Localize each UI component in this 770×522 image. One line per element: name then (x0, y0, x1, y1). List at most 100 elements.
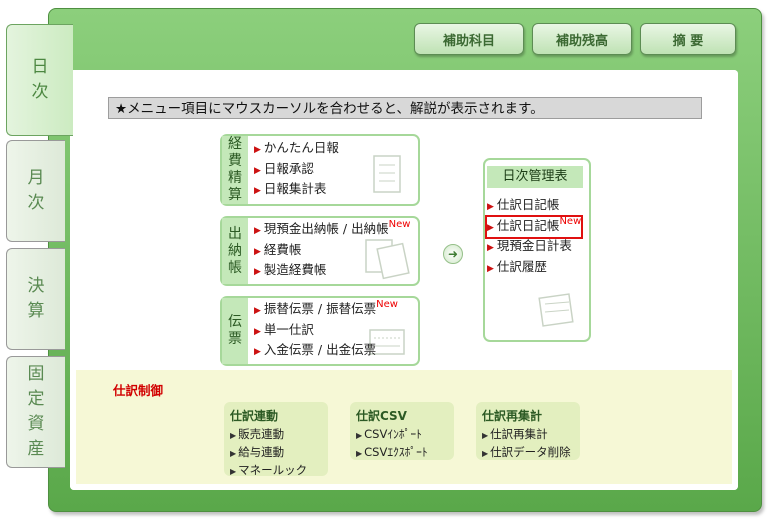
menu-item-transfer-voucher[interactable]: ▶ 振替伝票 / 振替伝票New (254, 299, 398, 321)
menu-item-label: 日報承認 (263, 160, 314, 176)
group-title: 仕訳CSV (356, 409, 407, 423)
menu-item-journal-book[interactable]: ▶ 仕訳日記帳 (487, 196, 581, 217)
menu-item-csv-export[interactable]: ▶ CSVｴｸｽﾎﾟｰﾄ (356, 444, 454, 462)
new-badge: New (559, 215, 582, 227)
bullet-arrow-icon: ▶ (254, 267, 261, 278)
bullet-arrow-icon: ▶ (254, 145, 261, 156)
group-journal-link: 仕訳連動 ▶ 販売連動 ▶ 給与連動 ▶ マネールック (224, 402, 328, 477)
menu-item-journal-history[interactable]: ▶ 仕訳履歴 (487, 258, 581, 279)
label-char: 出 (228, 225, 242, 242)
menu-item-sales-link[interactable]: ▶ 販売連動 (230, 426, 328, 444)
menu-item-manufacturing-expense-book[interactable]: ▶ 製造経費帳 (254, 261, 410, 282)
menu-item-daily-report-summary[interactable]: ▶ 日報集計表 (254, 180, 339, 201)
menu-item-cash-book[interactable]: ▶ 現預金出納帳 / 出納帳New (254, 219, 411, 241)
arrow-right-icon: ➜ (443, 244, 463, 264)
tab-closing-char: 算 (27, 301, 45, 321)
tab-fixed-assets-char: 産 (27, 439, 45, 459)
menu-item-label: 経費帳 (263, 241, 302, 257)
group-journal-csv: 仕訳CSV ▶ CSVｲﾝﾎﾟｰﾄ ▶ CSVｴｸｽﾎﾟｰﾄ (350, 402, 454, 460)
label-char: 算 (228, 187, 242, 203)
bullet-arrow-icon: ▶ (254, 326, 261, 337)
tab-fixed-assets-char: 固 (27, 364, 45, 384)
tab-daily[interactable]: 日 次 (6, 24, 73, 136)
menu-item-cash-daily-total[interactable]: ▶ 現預金日計表 (487, 237, 581, 258)
aux-accounts-button[interactable]: 補助科目 (414, 23, 524, 55)
tab-monthly-char: 次 (27, 193, 45, 213)
bullet-arrow-icon: ▶ (230, 467, 237, 476)
label-char: 費 (228, 153, 242, 169)
menu-item-journal-data-delete[interactable]: ▶ 仕訳データ削除 (482, 444, 580, 462)
card-expense: 経 費 精 算 ▶ かんたん日報 ▶ 日報承認 ▶ 日報集計表 (220, 134, 420, 206)
menu-item-label: CSVｴｸｽﾎﾟｰﾄ (364, 445, 428, 459)
label-char: 経 (228, 136, 242, 152)
menu-item-journal-recalc[interactable]: ▶ 仕訳再集計 (482, 426, 580, 444)
group-journal-recalc: 仕訳再集計 ▶ 仕訳再集計 ▶ 仕訳データ削除 (476, 402, 580, 460)
bullet-arrow-icon: ▶ (482, 449, 489, 458)
menu-item-label: かんたん日報 (263, 140, 339, 156)
menu-item-moneylook[interactable]: ▶ マネールック (230, 462, 328, 480)
bullet-arrow-icon: ▶ (230, 449, 237, 458)
menu-item-label: マネールック (238, 463, 308, 477)
bullet-arrow-icon: ▶ (254, 306, 261, 317)
card-voucher-label: 伝 票 (222, 298, 248, 364)
label-char: 票 (228, 331, 242, 347)
summary-button[interactable]: 摘 要 (640, 23, 736, 55)
tab-daily-char: 次 (31, 82, 49, 102)
card-cashbook-label: 出 納 帳 (222, 218, 248, 284)
menu-item-label: 振替伝票 / 振替伝票 (263, 301, 377, 317)
group-title: 仕訳再集計 (482, 409, 543, 423)
tab-closing-char: 決 (27, 276, 45, 296)
new-badge: New (376, 299, 398, 311)
tab-fixed-assets-char: 資 (27, 414, 45, 434)
bullet-arrow-icon: ▶ (254, 246, 261, 257)
menu-item-label: 現預金日計表 (496, 238, 572, 253)
tab-monthly[interactable]: 月 次 (6, 140, 65, 242)
menu-item-label: 仕訳データ削除 (490, 445, 571, 459)
menu-item-label: 日報集計表 (263, 181, 327, 197)
menu-item-label: 製造経費帳 (263, 262, 327, 278)
label-char: 伝 (228, 314, 242, 330)
menu-item-payroll-link[interactable]: ▶ 給与連動 (230, 444, 328, 462)
report-icon (373, 155, 401, 193)
menu-item-daily-report-approval[interactable]: ▶ 日報承認 (254, 160, 339, 181)
menu-item-single-journal[interactable]: ▶ 単一仕訳 (254, 321, 398, 342)
bullet-arrow-icon: ▶ (230, 431, 237, 440)
bullet-arrow-icon: ▶ (254, 186, 261, 197)
daily-management-title: 日次管理表 (487, 166, 583, 188)
journal-control-title: 仕訳制御 (113, 383, 164, 398)
group-title: 仕訳連動 (230, 409, 279, 423)
menu-item-label: 仕訳日記帳 (496, 217, 560, 233)
daily-management-card: 日次管理表 ▶ 仕訳日記帳 ▶ 仕訳日記帳New ▶ 現預金日計表 ▶ 仕訳履歴 (483, 158, 591, 342)
bullet-arrow-icon: ▶ (487, 243, 494, 253)
label-char: 精 (228, 170, 242, 186)
new-badge: New (388, 219, 411, 231)
menu-item-label: 販売連動 (238, 427, 285, 441)
menu-item-cash-in-out-voucher[interactable]: ▶ 入金伝票 / 出金伝票 (254, 341, 398, 362)
menu-item-label: 単一仕訳 (263, 321, 314, 337)
menu-item-label: 仕訳再集計 (490, 427, 548, 441)
menu-item-label: CSVｲﾝﾎﾟｰﾄ (364, 427, 422, 441)
tab-fixed-assets[interactable]: 固 定 資 産 (6, 356, 65, 468)
card-voucher: 伝 票 ▶ 振替伝票 / 振替伝票New ▶ 単一仕訳 ▶ 入金伝票 / 出金伝票 (220, 296, 420, 366)
bullet-arrow-icon: ▶ (254, 226, 261, 237)
label-char: 納 (228, 242, 242, 259)
bullet-arrow-icon: ▶ (356, 449, 363, 458)
menu-item-easy-daily-report[interactable]: ▶ かんたん日報 (254, 139, 339, 160)
label-char: 帳 (228, 259, 242, 276)
bullet-arrow-icon: ▶ (487, 202, 494, 212)
menu-item-label: 現預金出納帳 / 出納帳 (263, 221, 389, 237)
aux-balance-button[interactable]: 補助残高 (532, 23, 632, 55)
card-cashbook: 出 納 帳 ▶ 現預金出納帳 / 出納帳New ▶ 経費帳 ▶ 製造経費帳 (220, 216, 420, 286)
tab-closing[interactable]: 決 算 (6, 248, 65, 350)
tab-monthly-char: 月 (27, 168, 45, 188)
bullet-arrow-icon: ▶ (482, 431, 489, 440)
calendar-icon (538, 293, 574, 327)
tab-daily-char: 日 (31, 57, 49, 77)
menu-item-csv-import[interactable]: ▶ CSVｲﾝﾎﾟｰﾄ (356, 426, 454, 444)
bullet-arrow-icon: ▶ (254, 165, 261, 176)
menu-item-label: 給与連動 (238, 445, 285, 459)
card-expense-label: 経 費 精 算 (222, 136, 248, 204)
menu-item-expense-book[interactable]: ▶ 経費帳 (254, 241, 410, 262)
menu-item-label: 仕訳履歴 (496, 258, 547, 274)
menu-item-journal-book-new[interactable]: ▶ 仕訳日記帳New (484, 214, 584, 239)
